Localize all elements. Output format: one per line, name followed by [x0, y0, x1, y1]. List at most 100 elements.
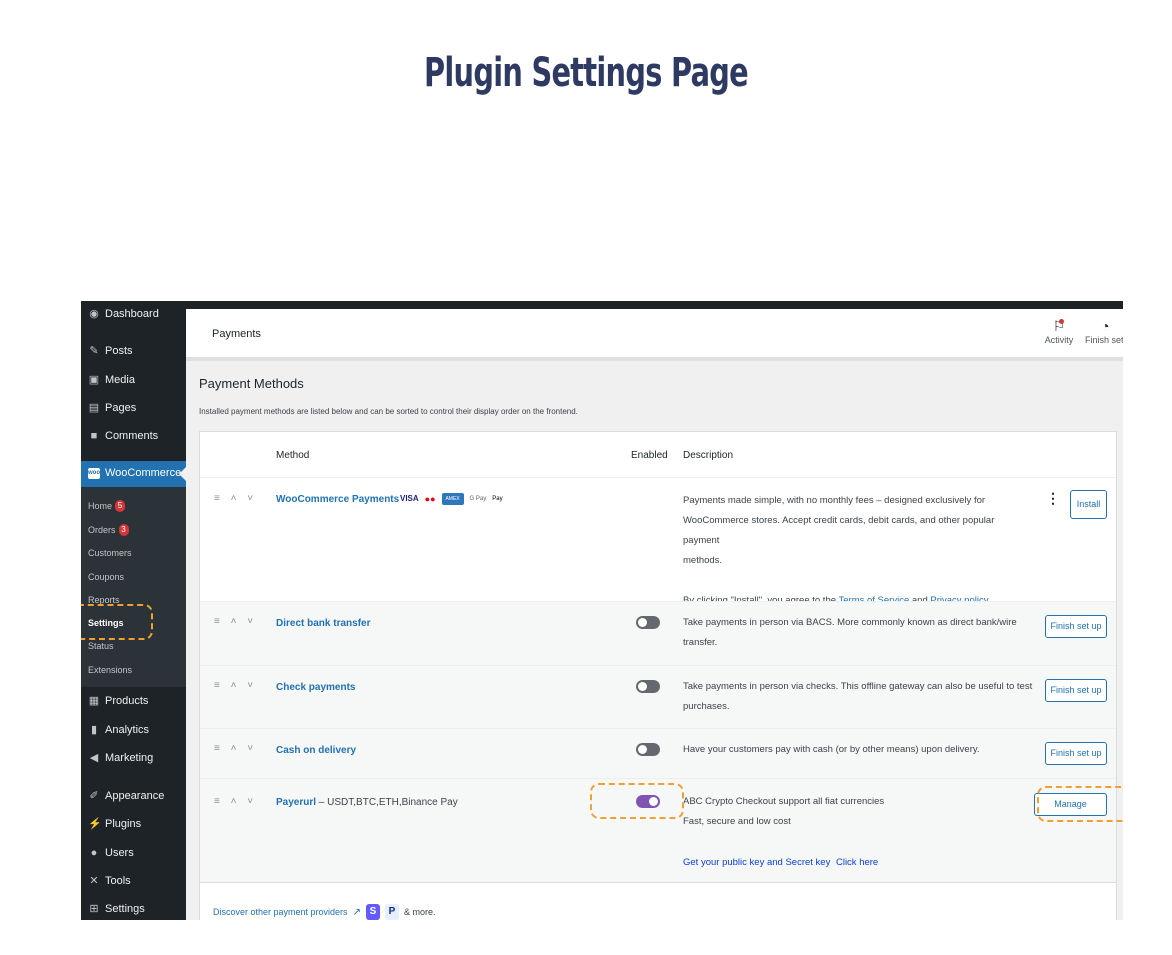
toggle-highlight: [590, 783, 684, 819]
sidebar-item-label: Posts: [105, 345, 133, 357]
manage-highlight: [1037, 786, 1123, 822]
visa-icon: VISA: [400, 494, 419, 503]
more-options-icon[interactable]: ⋮: [1046, 490, 1060, 507]
sidebar-item-settings[interactable]: ⊞ Settings: [88, 903, 144, 915]
sidebar-item-products[interactable]: ▦ Products: [88, 695, 149, 707]
marketing-icon: ◀: [89, 752, 99, 764]
method-name[interactable]: WooCommerce Payments: [276, 494, 399, 505]
finish-set-up-button[interactable]: Finish set up: [1045, 615, 1107, 638]
count-badge: 5: [115, 500, 126, 512]
activity-button[interactable]: ⚐ Activity: [1042, 317, 1076, 345]
method-name-text: Payerurl: [276, 797, 317, 808]
appearance-icon: ✐: [89, 790, 99, 802]
table-row: ≡ ˄ ˅ Direct bank transfer Take payments…: [200, 601, 1116, 666]
sidebar-item-dashboard[interactable]: ◉ Dashboard: [88, 308, 159, 320]
activity-label: Activity: [1044, 335, 1074, 345]
pages-icon: ▤: [88, 402, 100, 414]
method-description: Take payments in person via BACS. More c…: [683, 613, 1033, 653]
users-icon: ●: [90, 847, 98, 859]
sort-handle-icon[interactable]: ≡ ˄ ˅: [214, 493, 257, 504]
submenu-item-customers[interactable]: Customers: [88, 548, 132, 558]
sidebar-item-tools[interactable]: ✕ Tools: [88, 875, 131, 887]
settings-icon: ⊞: [89, 903, 99, 915]
sidebar-item-label: Tools: [105, 875, 131, 887]
payment-methods-table: Method Enabled Description ≡ ˄ ˅ WooComm…: [199, 431, 1117, 920]
sidebar-item-comments[interactable]: ■ Comments: [88, 430, 159, 442]
media-icon: ▣: [88, 374, 100, 386]
column-header-enabled: Enabled: [631, 450, 668, 461]
current-menu-arrow-icon: [179, 467, 186, 481]
submenu-label: Coupons: [88, 572, 125, 582]
description-line: ABC Crypto Checkout support all fiat cur…: [683, 796, 885, 807]
sidebar-item-appearance[interactable]: ✐ Appearance: [88, 790, 164, 802]
sort-handle-icon[interactable]: ≡ ˄ ˅: [214, 680, 257, 691]
sidebar-item-media[interactable]: ▣ Media: [88, 374, 135, 386]
click-here-link[interactable]: Click here: [836, 857, 878, 868]
table-row: ≡ ˄ ˅ Check payments Take payments in pe…: [200, 665, 1116, 729]
enabled-toggle[interactable]: [636, 680, 660, 693]
submenu-label: Status: [88, 641, 114, 651]
submenu-label: Orders: [88, 525, 116, 535]
plugins-icon: ⚡: [88, 818, 102, 830]
get-keys-link[interactable]: Get your public key and Secret key: [683, 857, 830, 868]
finish-set-up-button[interactable]: Finish set up: [1045, 679, 1107, 702]
description-line: Payments made simple, with no monthly fe…: [683, 495, 986, 506]
submenu-label: Extensions: [88, 665, 133, 675]
method-name[interactable]: Direct bank transfer: [276, 618, 370, 629]
submenu-item-orders[interactable]: Orders 3: [88, 524, 129, 536]
description-line: purchases.: [683, 701, 730, 712]
submenu-item-status[interactable]: Status: [88, 641, 114, 651]
description-line: Take payments in person via checks. This…: [683, 681, 1033, 692]
enabled-toggle[interactable]: [636, 743, 660, 756]
sidebar-item-woocommerce[interactable]: woo WooCommerce: [81, 461, 186, 487]
description-line: Fast, secure and low cost: [683, 816, 791, 827]
method-description: Have your customers pay with cash (or by…: [683, 740, 1033, 760]
section-description: Installed payment methods are listed bel…: [199, 407, 578, 416]
sort-handle-icon[interactable]: ≡ ˄ ˅: [214, 616, 257, 627]
discover-providers-link[interactable]: Discover other payment providers: [213, 907, 348, 917]
progress-ring-icon: ◔: [1101, 318, 1110, 334]
table-footer-divider: [200, 882, 1116, 883]
method-name[interactable]: Cash on delivery: [276, 745, 356, 756]
sidebar-item-marketing[interactable]: ◀ Marketing: [88, 752, 154, 764]
dashboard-icon: ◉: [89, 308, 99, 320]
method-name[interactable]: Check payments: [276, 682, 355, 693]
settings-highlight: [81, 604, 153, 640]
apple-pay-icon: Pay: [492, 496, 503, 502]
table-row: ≡ ˄ ˅ Cash on delivery Have your custome…: [200, 728, 1116, 779]
sidebar-item-pages[interactable]: ▤ Pages: [88, 402, 136, 414]
finish-setup-button[interactable]: ◔ Finish setu: [1085, 317, 1123, 345]
section-title: Payment Methods: [199, 376, 304, 391]
google-pay-icon: G Pay: [469, 496, 487, 502]
submenu-item-extensions[interactable]: Extensions: [88, 665, 132, 675]
sidebar-item-label: Plugins: [105, 818, 142, 830]
admin-top-bar: [186, 301, 1123, 309]
sidebar-item-analytics[interactable]: ▮ Analytics: [88, 724, 149, 736]
submenu-item-home[interactable]: Home 5: [88, 500, 126, 512]
finish-set-up-button[interactable]: Finish set up: [1045, 742, 1107, 765]
sidebar-item-label: Appearance: [105, 790, 165, 802]
table-row: ≡ ˄ ˅ WooCommerce Payments VISA ●● AMEX …: [200, 477, 1116, 606]
sidebar-item-users[interactable]: ● Users: [88, 847, 134, 859]
method-name[interactable]: Payerurl – USDT,BTC,ETH,Binance Pay: [276, 797, 458, 808]
sort-handle-icon[interactable]: ≡ ˄ ˅: [214, 796, 257, 807]
enabled-toggle[interactable]: [636, 616, 660, 629]
discover-providers: Discover other payment providers ↗ S P &…: [213, 904, 435, 920]
description-line: transfer.: [683, 637, 718, 648]
sidebar-item-posts[interactable]: ✎ Posts: [88, 345, 133, 357]
sort-handle-icon[interactable]: ≡ ˄ ˅: [214, 743, 257, 754]
submenu-item-coupons[interactable]: Coupons: [88, 572, 124, 582]
tools-icon: ✕: [89, 875, 99, 887]
sidebar-item-label: Dashboard: [105, 308, 159, 320]
and-more-text: & more.: [403, 907, 436, 917]
install-button[interactable]: Install: [1070, 490, 1107, 519]
description-line: methods.: [683, 555, 723, 566]
comments-icon: ■: [90, 430, 98, 442]
amex-icon: AMEX: [441, 493, 464, 505]
main-content: Payment Methods Installed payment method…: [186, 361, 1123, 920]
method-subtitle: – USDT,BTC,ETH,Binance Pay: [316, 797, 458, 808]
external-link-icon: ↗: [352, 906, 361, 918]
sidebar-item-label: Analytics: [105, 724, 150, 736]
sidebar-item-plugins[interactable]: ⚡ Plugins: [88, 818, 141, 830]
woocommerce-logo-icon: woo: [88, 468, 100, 479]
